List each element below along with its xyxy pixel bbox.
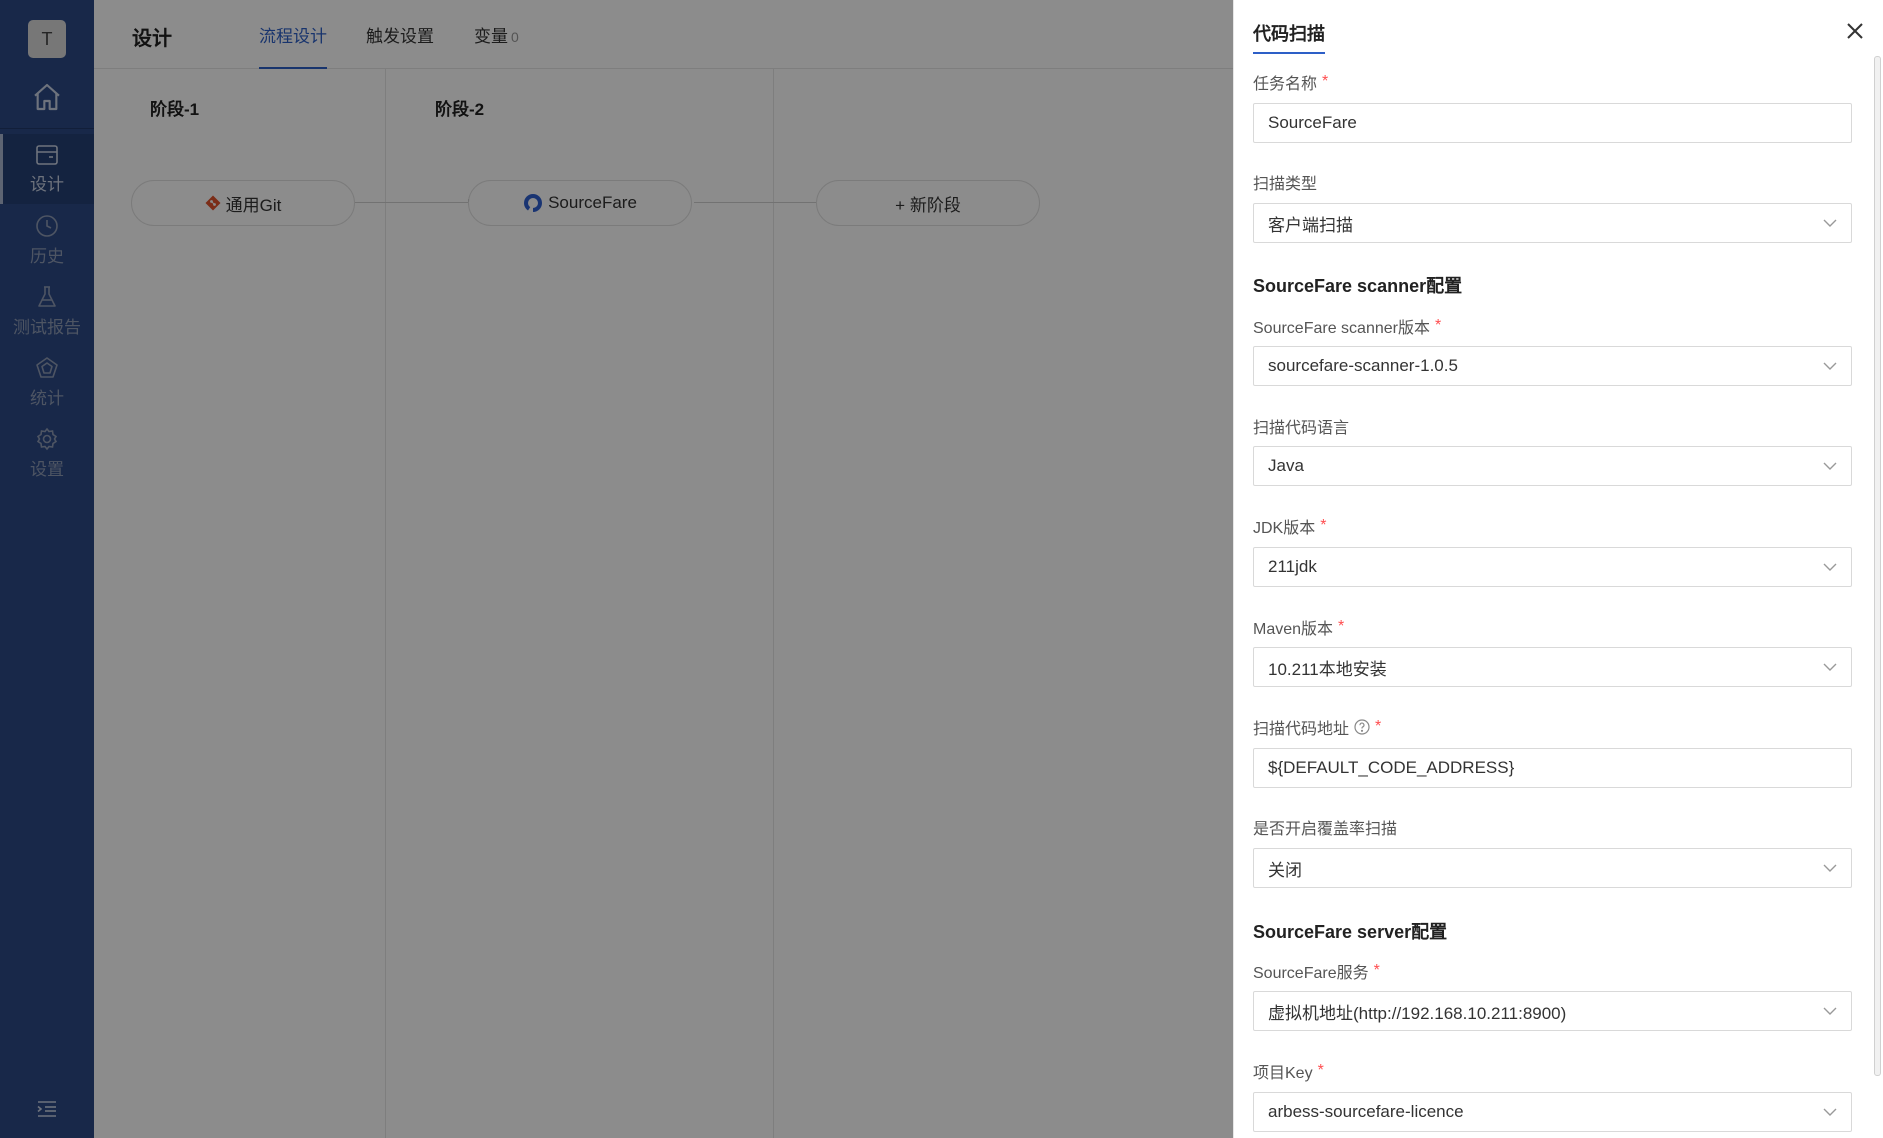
chevron-down-icon [1823, 219, 1837, 227]
service-label: SourceFare服务 * [1253, 962, 1380, 982]
task-name-input[interactable]: SourceFare [1253, 103, 1852, 143]
coverage-scan-label: 是否开启覆盖率扫描 [1253, 821, 1398, 838]
scrollbar[interactable] [1874, 56, 1881, 1076]
task-config-drawer: 代码扫描 任务名称 * SourceFare 扫描类型 客户端扫描 SourceF… [1233, 0, 1883, 1138]
required-mark: * [1434, 317, 1442, 334]
chevron-down-icon [1823, 1007, 1837, 1015]
required-mark: * [1338, 618, 1345, 635]
required-mark: * [1322, 73, 1329, 90]
coverage-scan-select[interactable]: 关闭 [1253, 848, 1852, 888]
project-key-label: 项目Key * [1253, 1062, 1324, 1082]
task-name-label: 任务名称 * [1253, 73, 1329, 93]
maven-version-select[interactable]: 10.211本地安装 [1253, 647, 1852, 687]
project-key-select[interactable]: arbess-sourcefare-licence [1253, 1092, 1852, 1132]
scanner-section-heading: SourceFare scanner配置 [1253, 276, 1463, 296]
code-address-input[interactable]: ${DEFAULT_CODE_ADDRESS} [1253, 748, 1852, 788]
scanner-version-select[interactable]: sourcefare-scanner-1.0.5 [1253, 346, 1852, 386]
drawer-title: 代码扫描 [1253, 20, 1325, 54]
scan-type-select[interactable]: 客户端扫描 [1253, 203, 1852, 243]
close-button[interactable] [1844, 20, 1866, 42]
chevron-down-icon [1823, 663, 1837, 671]
required-mark: * [1375, 718, 1382, 735]
language-select[interactable]: Java [1253, 446, 1852, 486]
required-mark: * [1317, 1062, 1324, 1079]
chevron-down-icon [1823, 864, 1837, 872]
chevron-down-icon [1823, 563, 1837, 571]
service-select[interactable]: 虚拟机地址(http://192.168.10.211:8900) [1253, 991, 1852, 1031]
chevron-down-icon [1823, 462, 1837, 470]
maven-version-label: Maven版本 * [1253, 618, 1345, 638]
code-address-label: 扫描代码地址 * [1253, 718, 1382, 738]
help-button[interactable] [1354, 719, 1370, 735]
close-icon [1847, 23, 1863, 39]
jdk-version-label: JDK版本 * [1253, 517, 1327, 537]
required-mark: * [1373, 962, 1380, 979]
server-section-heading: SourceFare server配置 [1253, 922, 1448, 942]
language-label: 扫描代码语言 [1253, 420, 1350, 437]
scanner-version-label: SourceFare scanner版本 * [1253, 317, 1442, 337]
chevron-down-icon [1823, 1108, 1837, 1116]
required-mark: * [1320, 517, 1327, 534]
jdk-version-select[interactable]: 211jdk [1253, 547, 1852, 587]
question-circle-icon [1354, 719, 1370, 735]
modal-overlay[interactable] [0, 0, 1233, 1138]
scan-type-label: 扫描类型 [1253, 176, 1318, 193]
chevron-down-icon [1823, 362, 1837, 370]
